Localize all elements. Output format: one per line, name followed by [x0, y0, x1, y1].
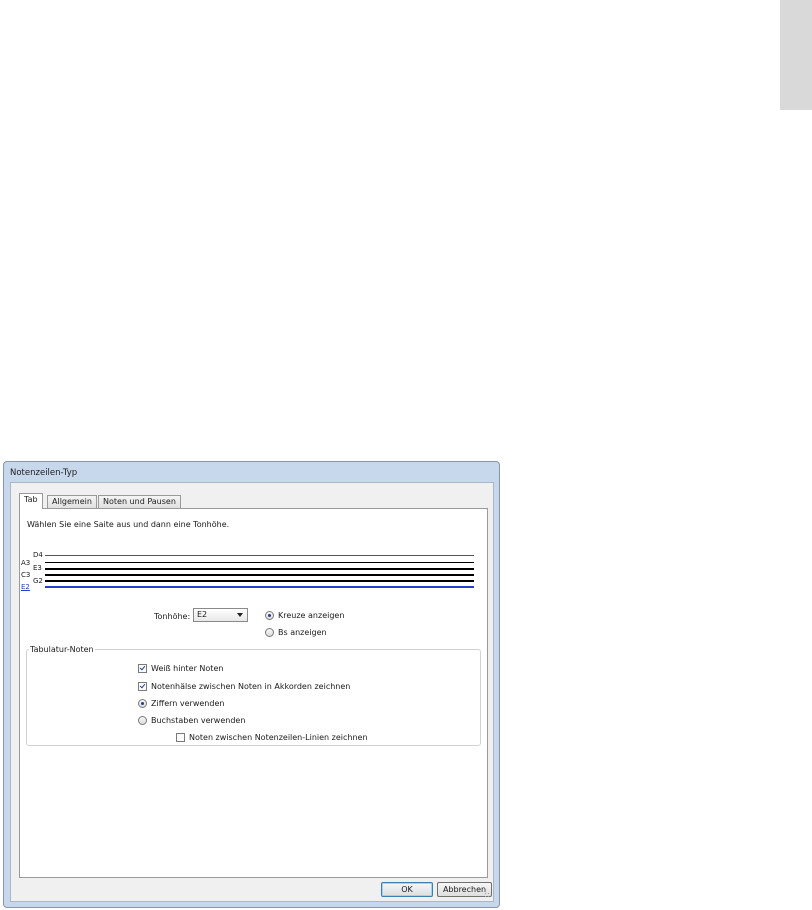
string-line-d4[interactable] [45, 555, 474, 556]
tab-noten-und-pausen[interactable]: Noten und Pausen [98, 495, 181, 508]
chevron-down-icon [237, 613, 243, 617]
flats-radio[interactable] [265, 628, 274, 637]
notes-between-lines-checkbox[interactable] [176, 733, 185, 742]
string-label-d4[interactable]: D4 [33, 551, 43, 559]
use-letters-label: Buchstaben verwenden [151, 716, 246, 725]
string-line-a3[interactable] [45, 562, 474, 564]
white-behind-notes-checkbox[interactable] [138, 664, 147, 673]
pitch-select-value: E2 [197, 610, 208, 619]
string-line-g2[interactable] [45, 580, 474, 582]
tab-allgemein[interactable]: Allgemein [47, 495, 97, 508]
white-behind-notes-label: Weiß hinter Noten [151, 664, 224, 673]
string-label-c3[interactable]: C3 [21, 571, 30, 579]
resize-grip-icon[interactable] [484, 892, 490, 898]
side-scroll-tab [780, 0, 812, 110]
string-line-e3[interactable] [45, 568, 474, 570]
flats-label: Bs anzeigen [278, 628, 327, 637]
sharps-label: Kreuze anzeigen [278, 611, 345, 620]
tab-notes-group [26, 649, 481, 746]
tab-notes-group-title: Tabulatur-Noten [29, 645, 95, 654]
staff-type-dialog: Notenzeilen-Typ Tab Allgemein Noten und … [3, 461, 500, 908]
instruction-text: Wählen Sie eine Saite aus und dann eine … [27, 520, 230, 529]
string-label-e3[interactable]: E3 [33, 564, 42, 572]
notes-between-lines-label: Noten zwischen Notenzeilen-Linien zeichn… [189, 733, 368, 742]
stems-in-chords-label: Notenhälse zwischen Noten in Akkorden ze… [151, 682, 351, 691]
ok-button[interactable]: OK [381, 882, 433, 897]
string-label-a3[interactable]: A3 [21, 559, 30, 567]
use-letters-radio[interactable] [138, 716, 147, 725]
dialog-client-area: Tab Allgemein Noten und Pausen Wählen Si… [10, 482, 494, 902]
use-digits-radio[interactable] [138, 699, 147, 708]
dialog-title: Notenzeilen-Typ [10, 468, 78, 478]
pitch-select[interactable]: E2 [193, 608, 248, 622]
string-line-e2[interactable] [45, 586, 474, 589]
stems-in-chords-checkbox[interactable] [138, 682, 147, 691]
tab-panel: Wählen Sie eine Saite aus und dann eine … [19, 508, 488, 878]
sharps-radio[interactable] [265, 611, 274, 620]
pitch-label: Tonhöhe: [154, 612, 191, 621]
string-label-e2[interactable]: E2 [21, 583, 30, 591]
string-label-g2[interactable]: G2 [33, 577, 43, 585]
tab-tab[interactable]: Tab [19, 493, 43, 509]
string-line-c3[interactable] [45, 574, 474, 576]
use-digits-label: Ziffern verwenden [151, 699, 225, 708]
